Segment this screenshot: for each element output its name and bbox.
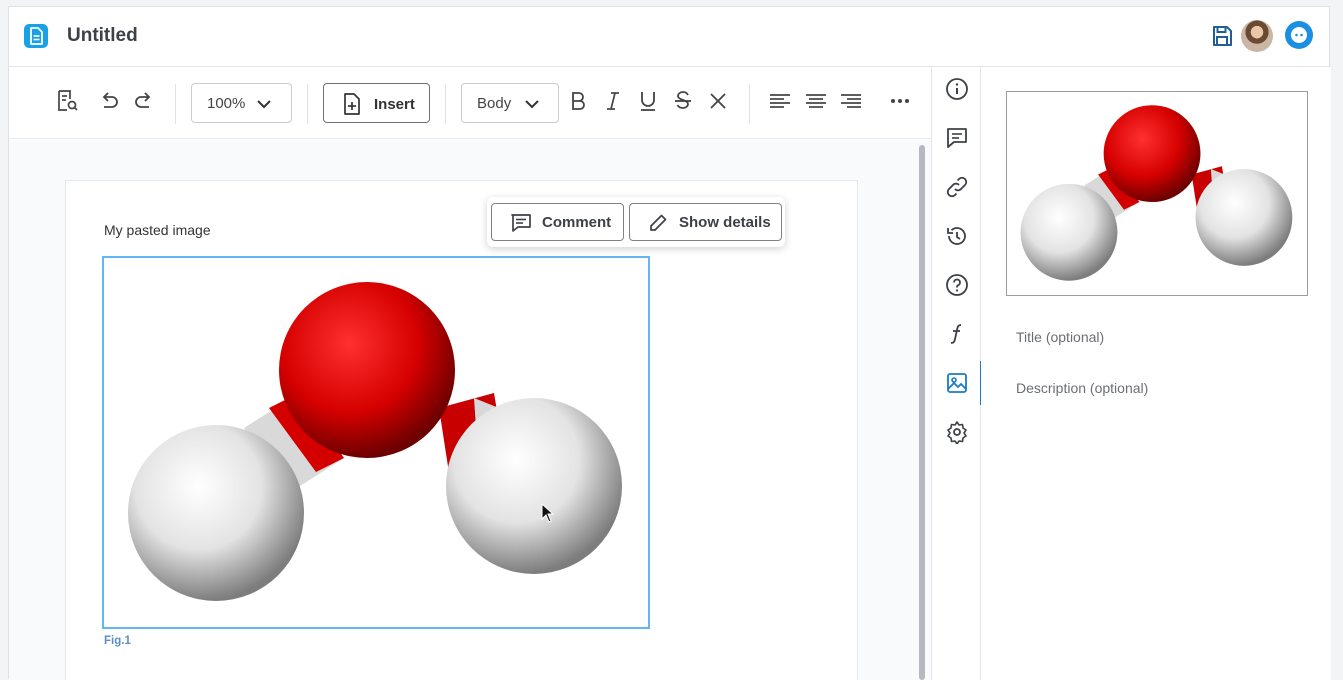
history-icon[interactable] [945, 224, 969, 248]
toolbar-divider [307, 84, 308, 124]
image-context-popup: Comment Show details [487, 197, 785, 247]
insert-button[interactable]: Insert [323, 83, 430, 123]
document-title[interactable]: Untitled [67, 25, 138, 47]
paragraph-text[interactable]: My pasted image [104, 222, 211, 238]
app-header: Untitled [9, 7, 1331, 67]
chevron-down-icon [257, 100, 271, 109]
add-document-icon [344, 93, 360, 115]
show-details-button[interactable]: Show details [629, 203, 782, 241]
clear-formatting-icon[interactable] [705, 88, 731, 114]
formula-icon[interactable] [945, 322, 969, 346]
show-details-label: Show details [679, 214, 771, 231]
save-icon[interactable] [1210, 24, 1234, 48]
bold-icon[interactable] [565, 88, 591, 114]
more-options-icon[interactable] [887, 88, 913, 114]
pencil-icon [650, 214, 667, 231]
settings-icon[interactable] [945, 420, 969, 444]
vertical-scrollbar[interactable] [919, 145, 925, 680]
molecule-thumbnail [1020, 105, 1293, 281]
comment-icon [511, 214, 531, 232]
comment-button[interactable]: Comment [491, 203, 624, 241]
paragraph-style-select[interactable]: Body [461, 83, 559, 123]
redo-icon[interactable] [131, 88, 157, 114]
comments-icon[interactable] [945, 126, 969, 150]
undo-icon[interactable] [96, 88, 122, 114]
italic-icon[interactable] [600, 88, 626, 114]
figure-caption[interactable]: Fig.1 [104, 635, 131, 647]
image-preview [1006, 91, 1308, 296]
document-page[interactable]: My pasted image Fig.1 [65, 180, 858, 680]
toolbar-divider [175, 84, 176, 124]
molecule-image [128, 282, 622, 601]
user-avatar[interactable] [1241, 20, 1273, 52]
align-right-icon[interactable] [838, 88, 864, 114]
assistant-chat-icon[interactable] [1285, 21, 1313, 49]
info-icon[interactable] [945, 77, 969, 101]
pasted-image[interactable] [102, 256, 650, 629]
app-window: Untitled 100% Insert Body My pasted imag… [8, 6, 1331, 680]
link-icon[interactable] [945, 175, 969, 199]
toolbar-divider [445, 84, 446, 124]
underline-icon[interactable] [635, 88, 661, 114]
insert-label: Insert [374, 96, 415, 113]
editor-toolbar: 100% Insert Body [9, 67, 931, 139]
find-document-icon[interactable] [54, 88, 80, 114]
help-icon[interactable] [945, 273, 969, 297]
align-center-icon[interactable] [803, 88, 829, 114]
zoom-value: 100% [207, 95, 246, 112]
mouse-cursor-icon [541, 503, 555, 523]
paragraph-style-value: Body [477, 95, 512, 112]
align-left-icon[interactable] [767, 88, 793, 114]
image-title-field[interactable]: Title (optional) [1016, 329, 1104, 345]
zoom-select[interactable]: 100% [191, 83, 292, 123]
image-description-field[interactable]: Description (optional) [1016, 380, 1148, 396]
sidebar-icon-strip [931, 67, 983, 680]
strikethrough-icon[interactable] [670, 88, 696, 114]
image-icon[interactable] [945, 371, 969, 395]
comment-label: Comment [542, 214, 612, 231]
toolbar-divider [749, 84, 750, 124]
document-app-icon[interactable] [23, 23, 49, 49]
image-details-panel: Title (optional) Description (optional) [981, 67, 1331, 680]
chevron-down-icon [525, 100, 539, 109]
